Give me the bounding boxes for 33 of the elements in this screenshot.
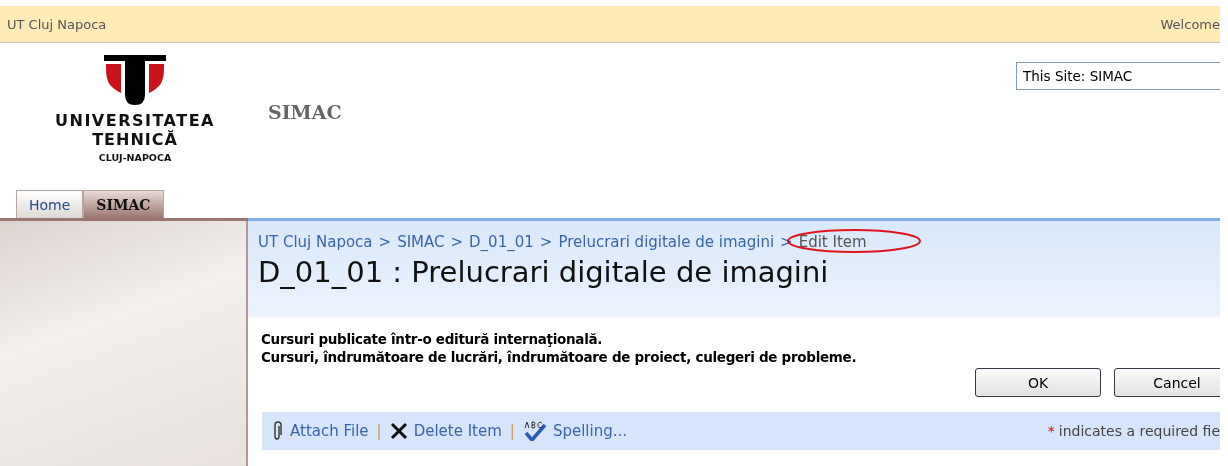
toolbar-link[interactable]: Delete Item	[413, 422, 502, 441]
toolbar-link[interactable]: Spelling...	[552, 422, 627, 441]
form-button[interactable]: Cancel	[1114, 368, 1220, 398]
description-text: Cursuri publicate într-o editură internaţională.	[261, 331, 604, 349]
paperclip-icon	[272, 421, 284, 442]
required-asterisk: *	[1047, 423, 1055, 440]
logo-text: CLUJ-NAPOCA	[98, 152, 172, 164]
site-title[interactable]: SIMAC	[268, 101, 342, 123]
search-scope-field[interactable]: This Site: SIMAC	[1016, 62, 1220, 90]
toolbar-separator: |	[376, 422, 382, 441]
required-note: indicates a required fie	[1058, 423, 1220, 440]
toolbar-separator: |	[509, 422, 515, 441]
welcome-menu[interactable]: Welcome	[1160, 16, 1220, 32]
description-text: Cursuri, îndrumătoare de lucrări, îndrumătoare de proiect, culegeri de probleme.	[261, 348, 858, 367]
form-button[interactable]: OK	[975, 368, 1101, 398]
university-logo-icon	[104, 55, 166, 105]
breadcrumb-separator: >	[450, 233, 464, 251]
nav-tab[interactable]: Home	[16, 190, 84, 218]
page-title: D_01_01 : Prelucrari digitale de imagini	[258, 255, 830, 289]
spell-check-icon	[522, 421, 547, 442]
logo-text: UNIVERSITATEA	[55, 111, 215, 130]
breadcrumb-separator: >	[378, 233, 392, 251]
nav-tab[interactable]: SIMAC	[83, 190, 164, 218]
cross-icon	[389, 422, 408, 441]
breadcrumb-link[interactable]: SIMAC	[397, 233, 445, 251]
breadcrumb-link[interactable]: Prelucrari digitale de imagini	[558, 233, 775, 251]
site-name[interactable]: UT Cluj Napoca	[7, 16, 107, 32]
breadcrumb-separator: >	[539, 233, 553, 251]
toolbar-link[interactable]: Attach File	[290, 422, 369, 441]
breadcrumb-link[interactable]: UT Cluj Napoca	[258, 233, 373, 251]
breadcrumb-link[interactable]: D_01_01	[469, 233, 534, 251]
breadcrumb-current: Edit Item	[798, 233, 867, 251]
logo-text: TEHNICĂ	[92, 130, 178, 150]
